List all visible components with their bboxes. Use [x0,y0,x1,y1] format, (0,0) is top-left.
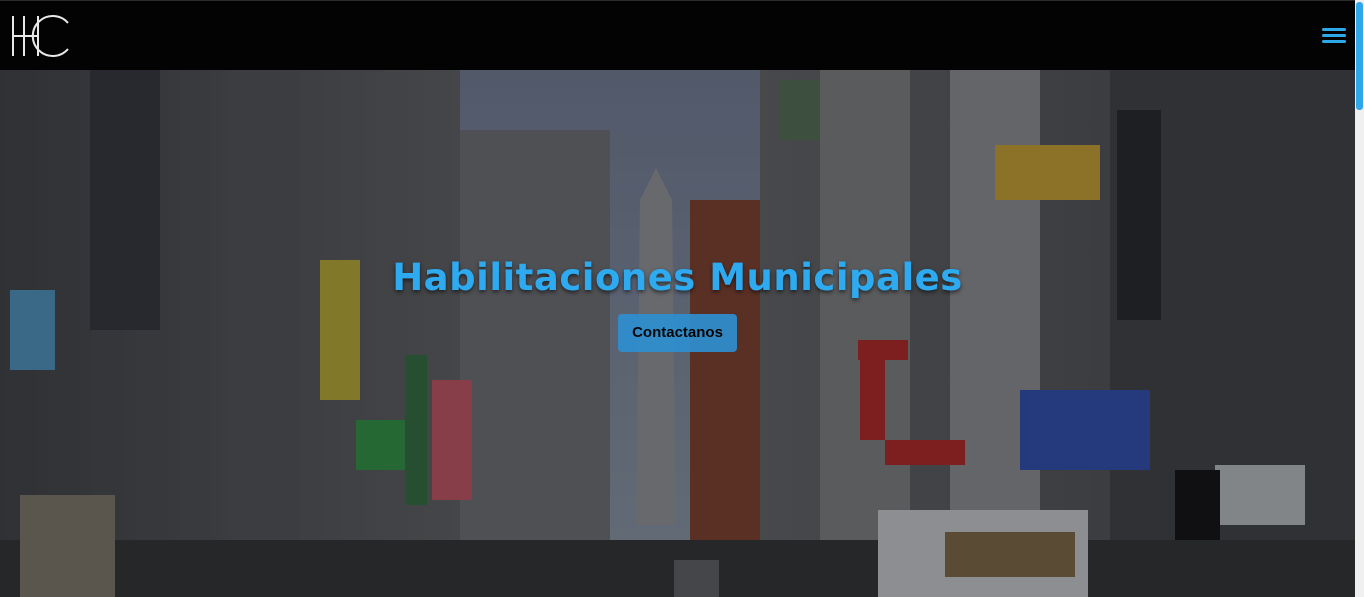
hero-title: Habilitaciones Municipales [392,256,963,299]
contact-button[interactable]: Contactanos [618,314,737,352]
hero-section: Habilitaciones Municipales Contactanos [0,70,1355,597]
hamburger-menu-icon[interactable] [1322,25,1346,47]
site-header [0,0,1355,70]
scrollbar-thumb[interactable] [1356,2,1363,110]
logo[interactable] [10,14,72,58]
